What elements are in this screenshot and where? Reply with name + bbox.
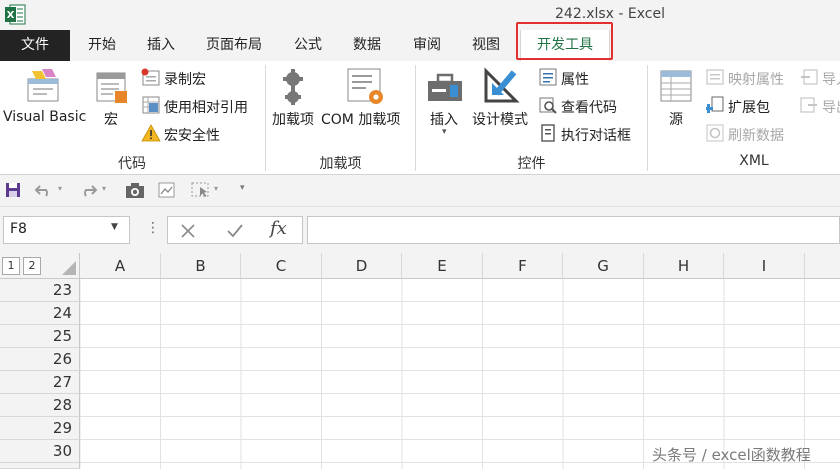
run-dialog-button[interactable]: 执行对话框	[561, 125, 631, 145]
com-addins-icon	[347, 68, 383, 104]
save-icon[interactable]	[5, 182, 21, 198]
redo-icon[interactable]	[78, 182, 98, 198]
chevron-down-icon[interactable]: ▾	[442, 127, 447, 137]
column-header[interactable]: E	[402, 253, 483, 279]
macro-security-button[interactable]: 宏安全性	[164, 125, 220, 145]
column-header[interactable]: D	[322, 253, 402, 279]
title-bar: X 242.xlsx - Excel	[0, 0, 840, 30]
watermark-text: 头条号 / excel函数教程	[652, 446, 811, 464]
import-button[interactable]: 导入	[822, 69, 840, 89]
column-header[interactable]: C	[241, 253, 322, 279]
view-code-button[interactable]: 查看代码	[561, 97, 617, 117]
developer-tab-highlight	[516, 22, 613, 60]
outline-level-2-button[interactable]: 2	[23, 257, 41, 275]
row-header[interactable]: 29	[0, 417, 80, 440]
redo-dropdown-icon[interactable]: ▾	[102, 184, 106, 193]
export-button[interactable]: 导出	[822, 97, 840, 117]
column-header[interactable]: I	[724, 253, 805, 279]
formula-buttons: fx	[167, 216, 303, 244]
group-label-xml: XML	[739, 153, 769, 169]
column-header[interactable]	[805, 253, 840, 279]
name-box-dropdown-icon[interactable]: ▼	[111, 222, 118, 232]
import-icon	[801, 69, 818, 85]
design-mode-button[interactable]: 设计模式	[472, 109, 528, 129]
visual-basic-button[interactable]: Visual Basic	[3, 109, 86, 125]
tab-review[interactable]: 审阅	[403, 30, 451, 61]
expansion-packs-button[interactable]: 扩展包	[728, 97, 770, 117]
window-title: 242.xlsx - Excel	[555, 6, 665, 22]
quick-access-toolbar: ▾ ▾ ▾ ▾	[0, 175, 840, 207]
select-objects-dropdown-icon[interactable]: ▾	[214, 184, 218, 193]
refresh-data-button[interactable]: 刷新数据	[728, 125, 784, 145]
undo-dropdown-icon[interactable]: ▾	[58, 184, 62, 193]
formula-input[interactable]	[307, 216, 840, 244]
group-label-controls: 控件	[517, 156, 546, 172]
macros-button[interactable]: 宏	[104, 109, 118, 129]
row-header[interactable]: 26	[0, 348, 80, 371]
column-header[interactable]: F	[483, 253, 563, 279]
ribbon-developer: Visual Basic 宏 录制宏 使用相对引用 宏安全性 代码 加载项 CO…	[0, 61, 840, 175]
gear-icon	[283, 69, 303, 105]
formula-bar: F8 ▼ ⋮ fx	[0, 207, 840, 253]
more-options-icon[interactable]: ⋮	[146, 220, 160, 236]
cancel-icon[interactable]	[180, 223, 196, 239]
column-header[interactable]: A	[80, 253, 161, 279]
properties-icon	[539, 68, 557, 86]
xml-source-button[interactable]: 源	[669, 109, 683, 129]
column-header[interactable]: H	[644, 253, 724, 279]
relative-reference-icon	[142, 96, 160, 114]
properties-button[interactable]: 属性	[561, 69, 589, 89]
xml-source-icon	[660, 70, 692, 102]
confirm-icon[interactable]	[226, 223, 244, 239]
picture-tool-icon[interactable]	[157, 181, 177, 199]
camera-icon[interactable]	[125, 181, 145, 199]
record-macro-icon	[141, 68, 160, 86]
design-mode-icon	[484, 67, 520, 103]
tab-home[interactable]: 开始	[78, 30, 126, 61]
refresh-data-icon	[706, 124, 724, 142]
tab-view[interactable]: 视图	[462, 30, 510, 61]
insert-function-button[interactable]: fx	[270, 218, 287, 239]
toolbox-icon	[428, 73, 462, 101]
row-header[interactable]: 30	[0, 440, 80, 463]
cell-area[interactable]	[80, 279, 840, 469]
map-properties-button[interactable]: 映射属性	[728, 69, 784, 89]
use-relative-references-button[interactable]: 使用相对引用	[164, 97, 248, 117]
expansion-packs-icon	[706, 96, 724, 113]
tab-data[interactable]: 数据	[343, 30, 391, 61]
group-label-addins: 加载项	[319, 156, 362, 172]
com-addins-button[interactable]: COM 加载项	[321, 109, 400, 129]
row-header[interactable]: 25	[0, 325, 80, 348]
view-code-icon	[539, 97, 557, 114]
export-icon	[800, 97, 817, 113]
customize-toolbar-icon[interactable]: ▾	[240, 183, 245, 193]
ribbon-tab-bar: 文件 开始 插入 页面布局 公式 数据 审阅 视图 开发工具	[0, 30, 840, 61]
row-header[interactable]: 27	[0, 371, 80, 394]
tab-insert[interactable]: 插入	[137, 30, 185, 61]
record-macro-button[interactable]: 录制宏	[164, 69, 206, 89]
group-label-code: 代码	[118, 156, 146, 172]
macros-icon	[96, 72, 127, 103]
tab-formulas[interactable]: 公式	[284, 30, 332, 61]
column-header[interactable]: G	[563, 253, 644, 279]
row-header[interactable]: 28	[0, 394, 80, 417]
tab-file[interactable]: 文件	[0, 30, 70, 61]
column-header[interactable]: B	[161, 253, 241, 279]
outline-level-1-button[interactable]: 1	[2, 257, 20, 275]
row-header[interactable]: 23	[0, 279, 80, 302]
row-header[interactable]: 24	[0, 302, 80, 325]
tab-page-layout[interactable]: 页面布局	[196, 30, 272, 61]
worksheet-grid: 1 2 A B C D E F G H I 23 24 25 26 27 28 …	[0, 253, 840, 469]
warning-icon	[141, 124, 161, 142]
select-all-triangle-icon	[62, 261, 76, 275]
run-dialog-icon	[541, 124, 555, 142]
insert-control-button[interactable]: 插入	[430, 109, 458, 129]
map-properties-icon	[706, 69, 724, 85]
row-header[interactable]	[0, 463, 80, 469]
select-objects-icon[interactable]	[190, 181, 212, 199]
undo-icon[interactable]	[34, 182, 54, 198]
visual-basic-icon	[27, 69, 59, 102]
addins-button[interactable]: 加载项	[272, 109, 314, 129]
